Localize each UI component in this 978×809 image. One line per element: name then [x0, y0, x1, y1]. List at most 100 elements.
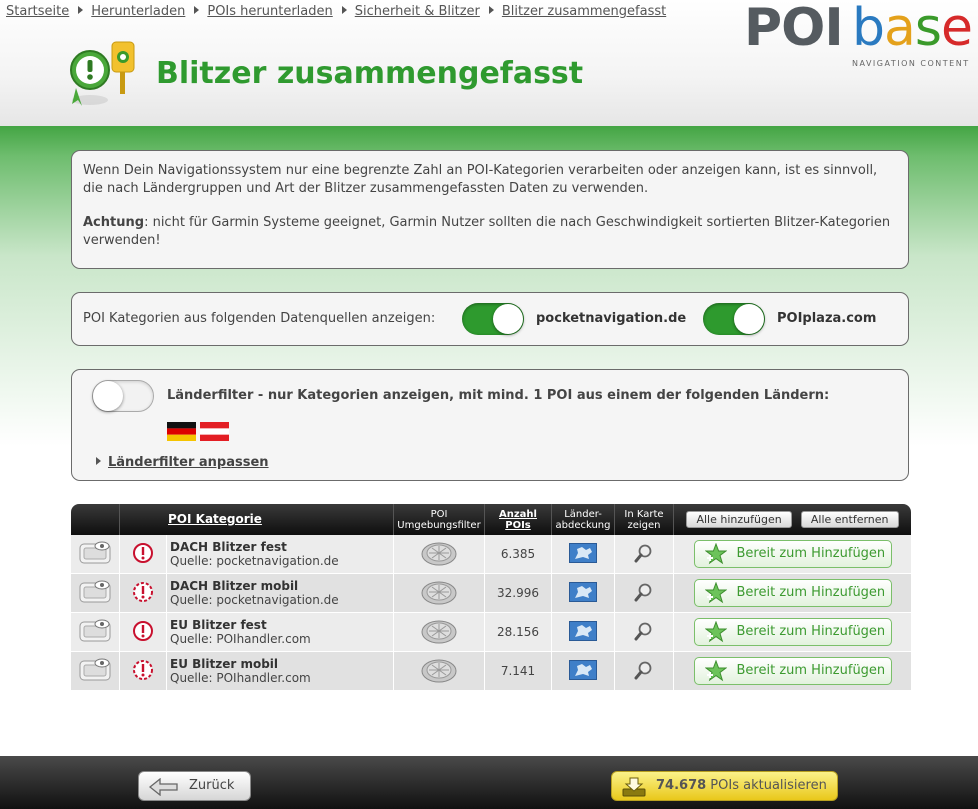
category-info-cell: EU Blitzer mobil Quelle: POIhandler.com — [166, 651, 394, 691]
country-map-icon[interactable] — [569, 620, 597, 641]
poibase-logo[interactable]: POI base NAVIGATION CONTENT — [744, 0, 973, 70]
category-type-cell — [119, 651, 167, 691]
map-cell — [614, 612, 674, 652]
page-title: Blitzer zusammengefasst — [156, 56, 584, 91]
header-actions: Alle hinzufügen Alle entfernen — [673, 504, 911, 535]
country-map-icon[interactable] — [569, 659, 597, 680]
toggle-pocketnavigation[interactable] — [462, 303, 524, 335]
category-type-cell — [119, 535, 167, 574]
remove-all-button[interactable]: Alle entfernen — [800, 511, 899, 528]
magnifier-icon[interactable] — [634, 660, 654, 680]
ready-to-add-button[interactable]: Bereit zum Hinzufügen — [693, 540, 892, 568]
flag-austria-icon — [200, 422, 229, 441]
magnifier-icon[interactable] — [634, 621, 654, 641]
action-cell: Bereit zum Hinzufügen — [673, 651, 911, 691]
filter-cell — [393, 651, 485, 691]
radar-filter-icon[interactable] — [420, 617, 458, 645]
category-info-cell: EU Blitzer fest Quelle: POIhandler.com — [166, 612, 394, 652]
header-coverage: Länder-abdeckung — [551, 504, 615, 535]
country-filter-box: Länderfilter - nur Kategorien anzeigen, … — [71, 369, 909, 481]
coverage-cell — [551, 535, 615, 574]
star-add-icon — [704, 543, 727, 565]
action-cell: Bereit zum Hinzufügen — [673, 612, 911, 652]
header-filter: POI Umgebungsfilter — [393, 504, 485, 535]
source-name-poiplaza: POIplaza.com — [777, 311, 877, 326]
radar-filter-icon[interactable] — [420, 539, 458, 567]
toggle-country-filter[interactable] — [92, 380, 154, 412]
category-source: Quelle: pocketnavigation.de — [170, 554, 339, 568]
add-all-button[interactable]: Alle hinzufügen — [686, 511, 792, 528]
expand-triangle-icon — [96, 457, 101, 465]
star-add-icon — [704, 660, 727, 682]
action-cell: Bereit zum Hinzufügen — [673, 535, 911, 574]
breadcrumb-separator-icon — [488, 6, 494, 14]
table-row: DACH Blitzer fest Quelle: pocketnavigati… — [71, 535, 911, 574]
table-row: EU Blitzer fest Quelle: POIhandler.com 2… — [71, 612, 911, 652]
breadcrumb-separator-icon — [78, 6, 84, 14]
info-box: Wenn Dein Navigationssystem nur eine beg… — [71, 150, 909, 269]
adjust-country-filter-link[interactable]: Länderfilter anpassen — [96, 455, 269, 470]
info-warning: Achtung: nicht für Garmin Systeme geeign… — [83, 215, 891, 248]
breadcrumb-link-startseite[interactable]: Startseite — [6, 4, 69, 19]
back-button[interactable]: Zurück — [138, 771, 251, 801]
preview-eye-icon[interactable] — [78, 579, 112, 605]
speed-camera-category-icon — [70, 41, 135, 106]
data-sources-label: POI Kategorien aus folgenden Datenquelle… — [83, 311, 436, 326]
ready-to-add-button[interactable]: Bereit zum Hinzufügen — [693, 579, 892, 607]
map-cell — [614, 651, 674, 691]
poi-count: 6.385 — [484, 535, 552, 574]
preview-eye-icon[interactable] — [78, 540, 112, 566]
radar-filter-icon[interactable] — [420, 578, 458, 606]
ready-to-add-button[interactable]: Bereit zum Hinzufügen — [693, 618, 892, 646]
poi-category-table: POI Kategorie POI Umgebungsfilter Anzahl… — [71, 504, 911, 691]
action-cell: Bereit zum Hinzufügen — [673, 573, 911, 613]
category-source: Quelle: POIhandler.com — [170, 671, 311, 685]
preview-eye-icon[interactable] — [78, 618, 112, 644]
breadcrumb-link-current[interactable]: Blitzer zusammengefasst — [502, 4, 666, 19]
logo-base-text: base — [852, 0, 973, 58]
category-source: Quelle: pocketnavigation.de — [170, 593, 339, 607]
preview-eye-icon[interactable] — [78, 657, 112, 683]
category-name: DACH Blitzer mobil — [170, 579, 299, 593]
coverage-cell — [551, 573, 615, 613]
toggle-poiplaza[interactable] — [703, 303, 765, 335]
category-info-cell: DACH Blitzer fest Quelle: pocketnavigati… — [166, 535, 394, 574]
update-pois-button[interactable]: 74.678 POIs aktualisieren — [611, 771, 838, 801]
breadcrumb: Startseite Herunterladen POIs herunterlade… — [6, 4, 666, 19]
magnifier-icon[interactable] — [634, 582, 654, 602]
ready-to-add-button[interactable]: Bereit zum Hinzufügen — [693, 657, 892, 685]
flag-germany-icon — [167, 422, 196, 441]
country-map-icon[interactable] — [569, 542, 597, 563]
header-map: In Karte zeigen — [614, 504, 674, 535]
breadcrumb-link-herunterladen[interactable]: Herunterladen — [91, 4, 185, 19]
radar-filter-icon[interactable] — [420, 656, 458, 684]
header-count[interactable]: Anzahl POIs — [484, 504, 552, 535]
filter-cell — [393, 535, 485, 574]
footer-bar: Zurück 74.678 POIs aktualisieren — [0, 756, 978, 809]
category-type-cell — [119, 573, 167, 613]
category-type-cell — [119, 612, 167, 652]
logo-poi-text: POI — [744, 0, 844, 58]
breadcrumb-separator-icon — [341, 6, 347, 14]
magnifier-icon[interactable] — [634, 543, 654, 563]
category-name: EU Blitzer fest — [170, 618, 267, 632]
star-add-icon — [704, 621, 727, 643]
fixed-camera-icon — [133, 542, 153, 563]
fixed-camera-icon — [133, 620, 153, 641]
source-name-pocketnavigation: pocketnavigation.de — [536, 311, 687, 326]
page-header: Startseite Herunterladen POIs herunterlade… — [0, 0, 978, 126]
data-sources-box: POI Kategorien aus folgenden Datenquelle… — [71, 292, 909, 346]
preview-cell — [71, 651, 120, 691]
category-name: EU Blitzer mobil — [170, 657, 279, 671]
category-source: Quelle: POIhandler.com — [170, 632, 311, 646]
breadcrumb-link-pois-herunterladen[interactable]: POIs herunterladen — [207, 4, 332, 19]
filter-cell — [393, 573, 485, 613]
map-cell — [614, 573, 674, 613]
poi-count: 28.156 — [484, 612, 552, 652]
header-category[interactable]: POI Kategorie — [119, 504, 394, 535]
country-map-icon[interactable] — [569, 581, 597, 602]
breadcrumb-link-sicherheit-blitzer[interactable]: Sicherheit & Blitzer — [355, 4, 480, 19]
table-row: DACH Blitzer mobil Quelle: pocketnavigat… — [71, 573, 911, 613]
mobile-camera-icon — [133, 581, 153, 602]
preview-cell — [71, 535, 120, 574]
